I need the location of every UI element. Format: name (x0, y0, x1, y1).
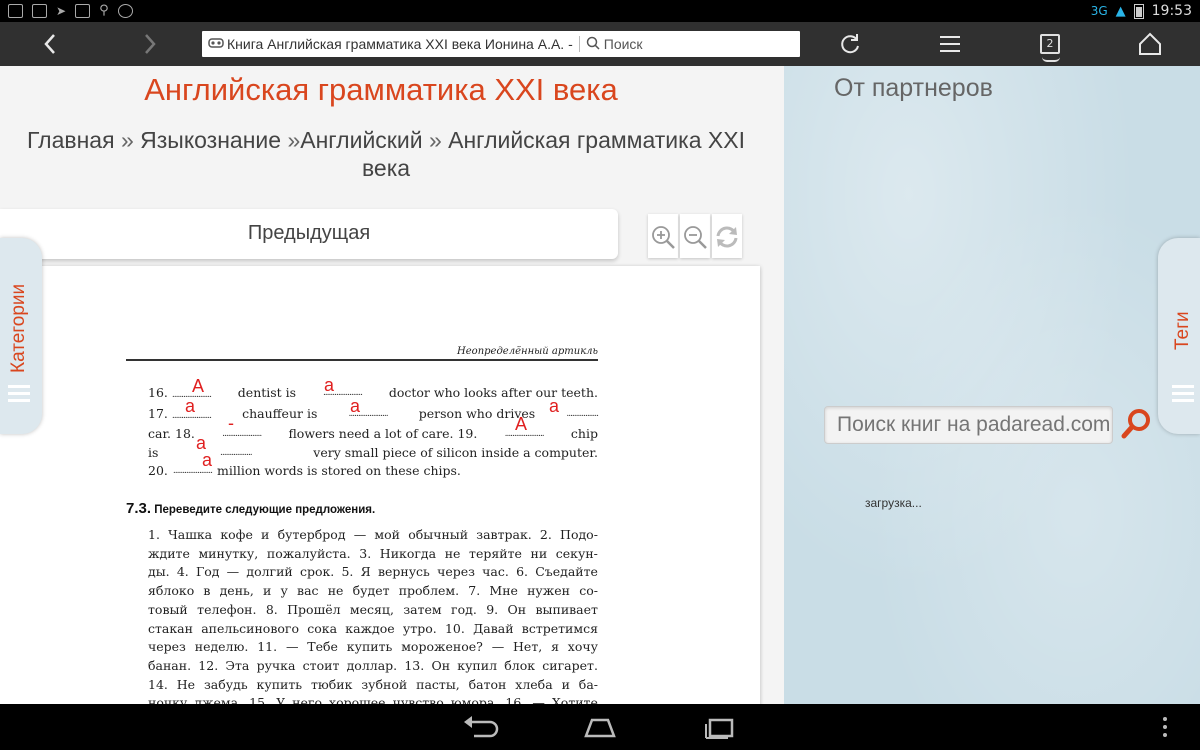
clock: 19:53 (1151, 3, 1192, 19)
breadcrumb-current: Английская грамматика XXI (448, 127, 745, 153)
home-nav-icon (584, 718, 616, 738)
search-icon (1121, 409, 1150, 439)
zoom-in-icon (652, 226, 675, 249)
hamburger-icon (8, 385, 30, 403)
exercise-line: is ................. very small piece of… (148, 444, 598, 460)
chevron-right-icon (145, 34, 156, 54)
loading-text: загрузка... (865, 496, 922, 510)
body-line: банан. 12. Эта ручка стоит доллар. 13. Он купил б… (148, 657, 598, 673)
body-line: 1. Чашка кофе и бутерброд — мой обычный завтрак.… (148, 527, 598, 542)
url-title: Книга Английская грамматика XXI века Ион… (227, 36, 573, 52)
exercise-line: 16. ..................... dentist is ...… (148, 385, 598, 400)
chevron-left-icon (44, 34, 55, 54)
breadcrumb-linguistics[interactable]: Языкознание (140, 127, 281, 153)
url-divider (578, 36, 580, 52)
exercise-block: 16. ..................... dentist is ...… (148, 384, 599, 481)
categories-tab-label: Категории (8, 283, 29, 373)
answer-annotation: A (515, 414, 528, 434)
breadcrumb-current-cont: века (361, 155, 411, 181)
network-indicator: 3G (1090, 4, 1108, 18)
forward-button[interactable] (134, 28, 166, 60)
signal-icon: ▲ (1115, 3, 1126, 19)
system-navigation-bar (0, 704, 1200, 750)
menu-button[interactable] (934, 28, 966, 60)
incognito-icon (1042, 57, 1060, 62)
home-icon (1139, 32, 1161, 55)
answer-annotation: A (192, 376, 205, 396)
body-line: ночку джема. 15. Унего хорошее чувство юмора. 1… (148, 695, 598, 704)
main-column: Английская грамматика XXI века Главная »… (0, 66, 784, 704)
body-line: товый телефон. 8. Прошёл месяц, затем год. 9. Он… (148, 601, 598, 617)
tabs-button[interactable]: 2 (1040, 34, 1060, 54)
answer-annotation: a (350, 396, 361, 416)
search-notification-icon: ⚲ (99, 3, 109, 18)
section-body: 1. Чашка кофе и бутерброд — мой обычный завтрак.… (148, 526, 598, 704)
breadcrumb-english[interactable]: Английский (300, 127, 422, 153)
breadcrumb-separator: » (120, 127, 134, 153)
body-line: стакан апельсинового сока каждое утро. 10. Дав… (148, 620, 598, 636)
body-line: 14. Не забудь купить тюбик зубной пасты, батон х… (148, 676, 598, 692)
search-label: Поиск (603, 36, 643, 52)
partners-sidebar (784, 66, 1200, 704)
answer-annotation: - (228, 413, 234, 433)
body-line: яблоко в день, и у вас не будет проблем. 7. Мне нуж… (148, 583, 598, 599)
tags-tab-label: Теги (1172, 311, 1193, 350)
nav-recents-button[interactable] (696, 712, 744, 742)
counter-icon (117, 3, 133, 18)
breadcrumb-separator: » (428, 127, 442, 153)
exercise-line: car. 18. ..................... flowers n… (148, 426, 598, 442)
send-icon: ➤ (56, 3, 67, 18)
home-button[interactable] (1134, 28, 1166, 60)
answer-annotation: a (185, 396, 196, 416)
reader-mode-icon (208, 37, 224, 52)
answer-annotation: a (324, 375, 335, 395)
notification-icons: ➤ ⚲ (8, 3, 133, 18)
app-icon (75, 3, 91, 18)
body-line: ды. 4. Год — долгий срок. 5. Явернусь через час. 6… (148, 564, 598, 580)
breadcrumb-home[interactable]: Главная (27, 127, 115, 153)
tags-tab[interactable]: Теги (1158, 238, 1200, 434)
zoom-out-icon (684, 226, 707, 249)
browser-toolbar: Книга Английская грамматика XXI века Ион… (0, 22, 1200, 66)
section-heading: 7.3. Переведите следующие предложения. (126, 500, 376, 517)
exercise-line: 17. ..................... chauffeur is .… (148, 405, 599, 421)
reload-icon (841, 34, 859, 54)
answer-annotation: a (549, 396, 560, 416)
search-icon (586, 36, 600, 53)
page-running-header: Неопределённый артикль (126, 346, 598, 361)
status-bar: ➤ ⚲ 3G ▲ 19:53 (0, 0, 1200, 22)
back-arrow-icon (464, 716, 499, 738)
nav-back-button[interactable] (456, 712, 504, 742)
body-line: через неделю. 11. — Тебе купить мороженое? — Нет… (148, 639, 598, 655)
zoom-out-button[interactable] (680, 214, 710, 258)
address-bar[interactable]: Книга Английская грамматика XXI века Ион… (202, 31, 800, 57)
previous-page-button[interactable]: Предыдущая (0, 209, 618, 259)
book-search-input[interactable] (824, 406, 1113, 444)
rotate-button[interactable] (712, 214, 742, 258)
more-vertical-icon (1163, 717, 1167, 737)
mail-icon (32, 3, 47, 18)
search-button[interactable] (1120, 406, 1152, 442)
breadcrumb-separator: » (287, 127, 301, 153)
recents-icon (705, 718, 734, 739)
nav-home-button[interactable] (576, 712, 624, 742)
nav-overflow-button[interactable] (1150, 712, 1180, 742)
reload-button[interactable] (834, 28, 866, 60)
breadcrumb: Главная » Языкознание »Английский » Англ… (10, 126, 762, 182)
hamburger-icon (1172, 385, 1194, 403)
exercise-line: 20. ..................... million words … (148, 463, 461, 479)
back-button[interactable] (34, 28, 66, 60)
menu-icon (940, 36, 960, 52)
answer-annotation: a (202, 450, 213, 470)
gallery-icon (8, 3, 23, 18)
page-content: Английская грамматика XXI века Главная »… (0, 66, 1200, 704)
book-page: Неопределённый артикль 16. .............… (0, 266, 760, 704)
zoom-in-button[interactable] (648, 214, 678, 258)
body-line: ждите минутку, пожалуйста. 3. Никогда не теряй… (148, 545, 598, 561)
categories-tab[interactable]: Категории (0, 238, 42, 434)
rotate-icon (716, 226, 738, 248)
battery-icon (1133, 3, 1144, 19)
page-title: Английская грамматика XXI века (144, 72, 618, 107)
partners-heading: От партнеров (834, 74, 993, 102)
